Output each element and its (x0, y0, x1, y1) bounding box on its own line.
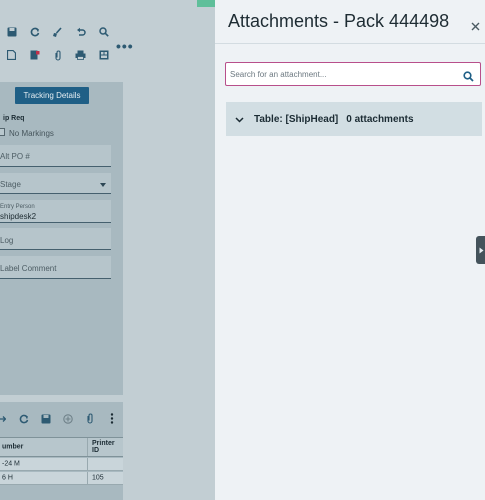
table-row[interactable]: -24 M (0, 458, 123, 471)
more-options-icon[interactable]: ••• (116, 38, 134, 54)
alt-po-field[interactable]: Alt PO # (0, 145, 111, 167)
log-placeholder: Log (0, 236, 14, 245)
save-icon[interactable] (35, 409, 57, 429)
refresh-icon[interactable] (13, 409, 35, 429)
attachment-group-accordion[interactable]: Table: [ShipHead] 0 attachments (226, 102, 482, 136)
alt-po-placeholder: Alt PO # (0, 152, 30, 161)
search-icon[interactable] (92, 22, 115, 42)
chevron-down-icon[interactable] (235, 110, 245, 128)
grid-header: umber Printer ID (0, 437, 123, 457)
table-cell: 6 H (2, 474, 13, 482)
close-icon[interactable] (471, 18, 483, 31)
column-header-number[interactable]: umber (2, 444, 23, 451)
table-cell: -24 M (2, 460, 20, 468)
attachment-count: 0 attachments (346, 113, 414, 125)
toolbar-row-secondary (0, 45, 115, 65)
save-icon[interactable] (0, 22, 23, 42)
new-document-icon[interactable] (0, 45, 23, 65)
drawer-title: Attachments - Pack 444498 (228, 11, 450, 31)
tracking-details-button[interactable]: Tracking Details (15, 87, 89, 104)
arrow-right-icon[interactable] (0, 409, 13, 429)
undo-icon[interactable] (69, 22, 92, 42)
kebab-menu-icon[interactable] (101, 409, 123, 429)
table-row[interactable]: 6 H 105 (0, 472, 123, 485)
label-comment-field[interactable]: Label Comment (0, 256, 111, 279)
tooltip-tag (197, 0, 215, 7)
stage-placeholder: Stage (0, 180, 21, 189)
no-markings-checkbox[interactable] (0, 128, 5, 136)
accordion-title: Table: [ShipHead] (254, 113, 339, 125)
attachments-drawer: Attachments - Pack 444498 Table: [ShipHe… (215, 0, 485, 500)
clear-brush-icon[interactable] (46, 22, 69, 42)
attachment-icon[interactable] (46, 45, 69, 65)
side-panel-toggle[interactable] (476, 236, 485, 264)
search-icon[interactable] (463, 69, 474, 82)
print-icon[interactable] (69, 45, 92, 65)
refresh-icon[interactable] (23, 22, 46, 42)
table-cell: 105 (92, 474, 104, 482)
log-field[interactable]: Log (0, 228, 111, 250)
label-comment-placeholder: Label Comment (0, 264, 57, 273)
chevron-down-icon (100, 183, 106, 187)
layout-icon[interactable] (92, 45, 115, 65)
stage-select[interactable]: Stage (0, 173, 111, 194)
add-circle-icon[interactable] (57, 409, 79, 429)
chevron-right-icon (479, 247, 483, 253)
background-app: ••• Tracking Details ip Req No Markings … (0, 0, 215, 500)
entry-person-value: shipdesk2 (0, 212, 37, 221)
no-markings-label: No Markings (9, 129, 54, 138)
attachment-search-input[interactable] (230, 67, 455, 82)
entry-person-caption: Entry Person (0, 204, 35, 210)
toolbar-row-primary (0, 22, 115, 42)
divider (215, 43, 485, 44)
attachment-search-box[interactable] (225, 62, 481, 86)
grid-toolbar (0, 402, 123, 435)
flag-document-icon[interactable] (23, 45, 46, 65)
ship-req-label: ip Req (3, 115, 25, 122)
attachment-icon[interactable] (79, 409, 101, 429)
entry-person-field[interactable]: Entry Person shipdesk2 (0, 200, 111, 223)
column-header-printer-id[interactable]: Printer ID (92, 440, 123, 454)
